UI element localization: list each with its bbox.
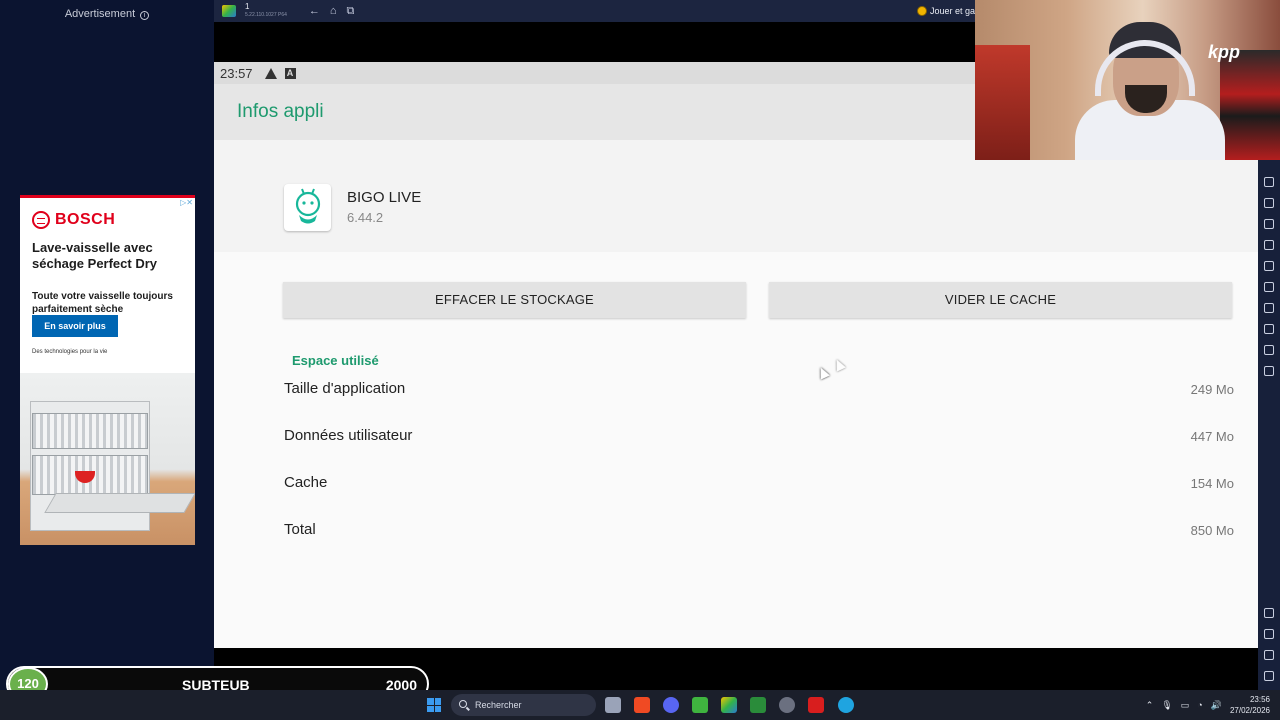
play-and-earn[interactable]: Jouer et ga	[916, 0, 975, 22]
brand-name: BOSCH	[55, 211, 116, 228]
microphone-icon[interactable]: 🎙	[1161, 700, 1172, 711]
fullscreen-icon[interactable]	[1264, 219, 1274, 229]
youtube-icon[interactable]	[808, 697, 824, 713]
network-icon[interactable]: ▭	[1181, 700, 1190, 711]
back-icon[interactable]: ←	[309, 5, 320, 17]
recents-icon[interactable]	[1264, 671, 1274, 681]
search-placeholder: Rechercher	[475, 700, 522, 710]
ad-label: Advertisement i	[0, 8, 214, 20]
bigo-live-app-icon	[284, 184, 331, 231]
ad-sidebar: Advertisement i ▷✕ BOSCH Lave-vaisselle …	[0, 0, 214, 720]
bluestacks-icon	[222, 5, 236, 17]
storage-row-label: Cache	[284, 474, 328, 491]
desktop-root: Advertisement i ▷✕ BOSCH Lave-vaisselle …	[0, 0, 1280, 720]
coin-icon	[916, 6, 927, 16]
storage-row-label: Total	[284, 521, 316, 538]
ad-tagline: Des technologies pour la vie	[32, 349, 108, 355]
screenshot-icon[interactable]	[1264, 198, 1274, 208]
taskbar-search[interactable]: Rechercher	[451, 694, 596, 716]
emulator-side-toolbar	[1258, 160, 1280, 690]
play-store-icon[interactable]	[750, 697, 766, 713]
mouse-cursor-ghost-icon	[832, 357, 846, 372]
storage-row-value: 850 Mo	[1190, 523, 1234, 538]
storage-row-cache: Cache 154 Mo	[284, 474, 1234, 494]
app-name: BIGO LIVE	[347, 189, 422, 206]
webcam-person-right	[1220, 50, 1280, 160]
storage-row-value: 154 Mo	[1190, 476, 1234, 491]
copy-icon[interactable]	[1264, 282, 1274, 292]
search-icon	[459, 700, 467, 708]
dishwasher-door	[44, 493, 195, 513]
airplane-icon[interactable]	[1264, 261, 1274, 271]
ad-label-text: Advertisement	[64, 8, 136, 20]
bigo-mascot-icon	[295, 188, 320, 223]
webcam-overlay: kpp	[975, 0, 1280, 160]
bluestacks-taskbar-icon[interactable]	[721, 697, 737, 713]
taskbar-clock[interactable]: 23:56 27/02/2026	[1230, 694, 1270, 716]
settings-gear-icon[interactable]	[1264, 608, 1274, 618]
emulator-titlebar: 1 5.22.110.1027 P64 ← ⌂ ⧉ Jouer et ga	[214, 0, 975, 22]
sync-icon[interactable]	[1264, 366, 1274, 376]
volume-icon[interactable]: 🔊	[1211, 700, 1222, 711]
chevron-up-icon[interactable]: ⌃	[1146, 700, 1154, 711]
wifi-icon[interactable]: ◔	[1197, 700, 1202, 710]
page-title: Infos appli	[237, 101, 324, 122]
location-icon[interactable]	[1264, 324, 1274, 334]
clock-time: 23:56	[1249, 695, 1270, 704]
layers-icon[interactable]	[1264, 345, 1274, 355]
recent-apps-icon[interactable]: ⧉	[347, 5, 355, 18]
home-icon[interactable]: ⌂	[330, 5, 337, 17]
webcam-person-left	[975, 45, 1030, 160]
bosch-logo: BOSCH	[32, 211, 115, 229]
windows-taskbar: Rechercher ⌃ 🎙 ▭ ◔ 🔊 23:56 27/02/2026	[0, 690, 1280, 720]
eraser-icon[interactable]	[1264, 303, 1274, 313]
task-view-icon[interactable]	[605, 697, 621, 713]
notification-a-icon: A	[284, 67, 296, 79]
bosch-armature-icon	[32, 211, 50, 229]
app-version: 6.44.2	[347, 210, 384, 225]
storage-row-total: Total 850 Mo	[284, 521, 1234, 541]
back-arrow-icon[interactable]	[1264, 629, 1274, 639]
bosch-ad-banner[interactable]: ▷✕ BOSCH Lave-vaisselle avec séchage Per…	[20, 195, 195, 545]
storage-row-label: Taille d'application	[284, 380, 406, 397]
storage-section-title: Espace utilisé	[292, 353, 379, 368]
media-icon[interactable]	[1264, 240, 1274, 250]
dishwasher-image	[20, 373, 195, 545]
storage-row-label: Données utilisateur	[284, 427, 413, 444]
storage-row-value: 249 Mo	[1190, 382, 1234, 397]
emulator-top-margin	[214, 22, 975, 62]
obs-icon[interactable]	[779, 697, 795, 713]
storage-row-app-size: Taille d'application 249 Mo	[284, 380, 1234, 400]
ad-cta-button[interactable]: En savoir plus	[32, 315, 118, 337]
info-icon[interactable]: i	[140, 11, 150, 20]
performance-icon[interactable]	[1264, 177, 1274, 187]
notes-app-icon[interactable]	[692, 697, 708, 713]
ad-headline: Lave-vaisselle avec séchage Perfect Dry	[32, 240, 158, 271]
clock-date: 27/02/2026	[1229, 706, 1270, 715]
home-icon[interactable]	[1264, 650, 1274, 660]
warning-icon	[264, 67, 277, 79]
edge-browser-icon[interactable]	[838, 697, 854, 713]
storage-row-user-data: Données utilisateur 447 Mo	[284, 427, 1234, 447]
jersey-text: kpp	[1207, 42, 1240, 62]
ad-subline: Toute votre vaisselle toujours parfaitem…	[32, 291, 173, 315]
clear-cache-button[interactable]: VIDER LE CACHE	[769, 282, 1232, 318]
instance-info: 1 5.22.110.1027 P64	[245, 3, 287, 19]
mouse-cursor-icon	[816, 365, 830, 380]
storage-row-value: 447 Mo	[1190, 429, 1234, 444]
clear-storage-button[interactable]: EFFACER LE STOCKAGE	[283, 282, 746, 318]
instance-version: 5.22.110.1027 P64	[245, 12, 287, 18]
brave-browser-icon[interactable]	[634, 697, 650, 713]
windows-start-icon[interactable]	[427, 698, 441, 712]
instance-name: 1	[245, 2, 250, 11]
play-and-earn-label: Jouer et ga	[929, 6, 975, 16]
discord-icon[interactable]	[663, 697, 679, 713]
adchoices-icon[interactable]: ▷✕	[180, 198, 193, 207]
dishwasher-upper-rack	[32, 413, 148, 449]
status-time: 23:57	[220, 65, 253, 81]
system-tray: ⌃ 🎙 ▭ ◔ 🔊 23:56 27/02/2026	[1146, 690, 1270, 720]
